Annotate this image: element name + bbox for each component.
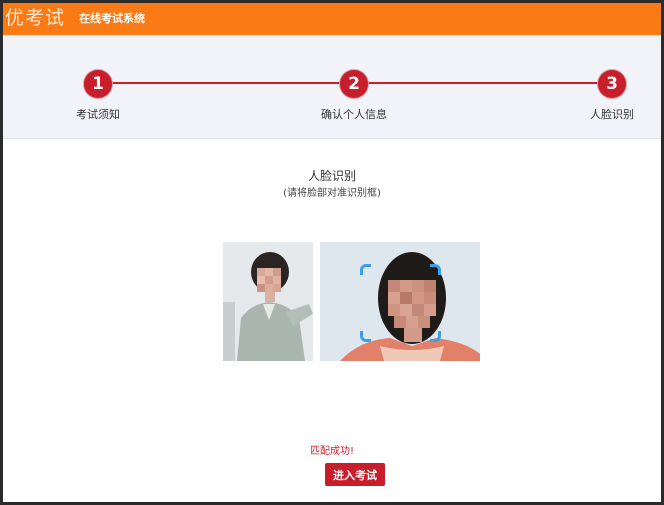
reference-photo [223, 242, 313, 361]
app-logo: 优考试 [5, 7, 66, 29]
enter-exam-button[interactable]: 进入考试 [325, 463, 385, 486]
step-3-label: 人脸识别 [590, 108, 634, 121]
app-subtitle: 在线考试系统 [79, 12, 145, 25]
camera-capture-figure [320, 242, 480, 361]
step-connector-1-2 [112, 82, 340, 84]
frame-corner-top-right [430, 264, 441, 275]
step-progress: 1 2 3 考试须知 确认个人信息 人脸识别 [3, 35, 661, 139]
exam-window: 优考试 在线考试系统 1 2 3 考试须知 确认个人信息 人脸识别 人脸识别 (… [3, 3, 661, 502]
reference-photo-figure [223, 242, 313, 361]
frame-corner-top-left [360, 264, 371, 275]
step-3-circle: 3 [598, 70, 626, 98]
face-check-hint: (请将脸部对准识别框) [283, 188, 381, 199]
camera-capture [320, 242, 480, 361]
match-result: 匹配成功! [309, 446, 354, 457]
step-2-label: 确认个人信息 [321, 108, 387, 121]
face-check-title: 人脸识别 [307, 169, 356, 183]
step-1-label: 考试须知 [76, 108, 120, 121]
frame-corner-bottom-left [360, 331, 371, 342]
step-connector-2-3 [368, 82, 598, 84]
top-header: 优考试 在线考试系统 [3, 3, 661, 35]
step-1-circle: 1 [84, 70, 112, 98]
step-2-circle: 2 [340, 70, 368, 98]
